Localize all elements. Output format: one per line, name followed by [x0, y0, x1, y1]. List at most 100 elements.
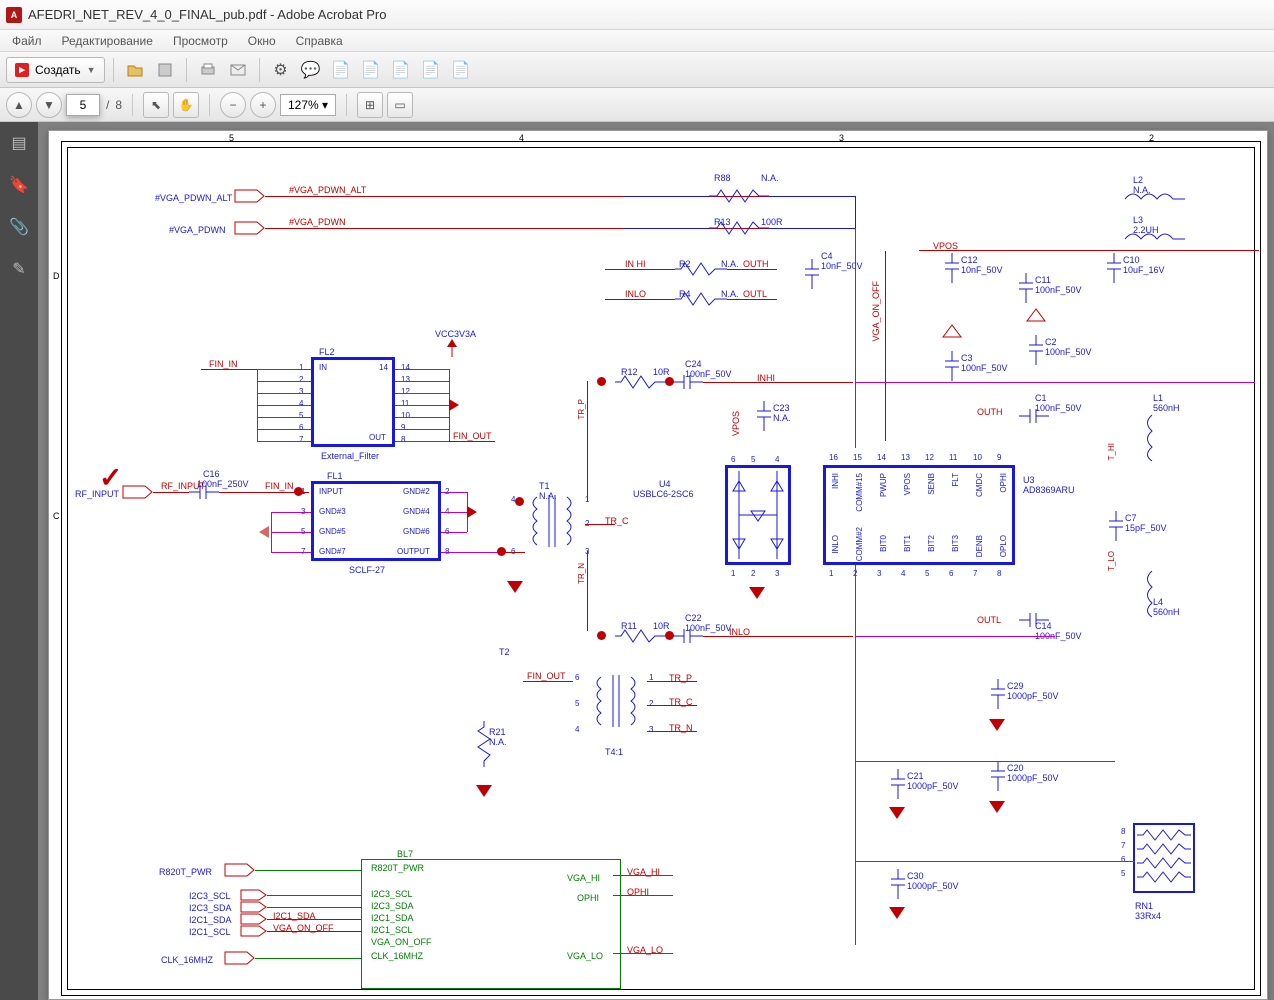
title-bar: A AFEDRI_NET_REV_4_0_FINAL_pub.pdf - Ado… — [0, 0, 1274, 30]
zoom-out-button[interactable]: − — [220, 92, 246, 118]
menu-file[interactable]: Файл — [4, 32, 50, 50]
t4-p3: 3 — [649, 725, 653, 734]
u3-p7: 7 — [973, 569, 977, 578]
c30-ref: C30 — [907, 871, 924, 881]
open-button[interactable] — [122, 57, 148, 83]
main-toolbar: ▸ Создать ▼ ⚙ 💬 📄 📄 📄 📄 📄 — [0, 52, 1274, 88]
fl2-name: External_Filter — [321, 451, 379, 461]
zoom-in-button[interactable]: + — [250, 92, 276, 118]
port-vga-pdwn: #VGA_PDWN — [169, 225, 226, 235]
gear-button[interactable]: ⚙ — [268, 57, 294, 83]
wire — [271, 512, 272, 552]
net-outl2: OUTL — [977, 615, 1001, 625]
email-button[interactable] — [225, 57, 251, 83]
wire — [449, 441, 495, 442]
pdf-page: 5 4 3 2 D C ✓ #VGA_PDWN_ALT #VGA_PDWN_AL… — [48, 130, 1268, 1000]
u3-l-pwup: PWUP — [879, 473, 888, 497]
gnd-icon — [889, 907, 905, 919]
c22-ref: C22 — [685, 613, 702, 623]
wire — [613, 953, 673, 954]
wire — [613, 875, 673, 876]
comment-button[interactable]: 💬 — [298, 57, 324, 83]
thumbnails-icon[interactable]: ▤ — [8, 132, 30, 154]
menu-help[interactable]: Справка — [288, 32, 351, 50]
fl2-in: IN — [319, 363, 327, 372]
menu-window[interactable]: Окно — [240, 32, 284, 50]
stamp-button[interactable]: 📄 — [328, 57, 354, 83]
u3-p8: 8 — [997, 569, 1001, 578]
bookmarks-icon[interactable]: 🔖 — [8, 174, 30, 196]
fl2-pin11: 11 — [401, 399, 409, 408]
zoom-value[interactable]: 127% ▾ — [280, 94, 336, 116]
net-vga-pdwn: #VGA_PDWN — [289, 217, 346, 227]
attachments-icon[interactable]: 📎 — [8, 216, 30, 238]
print-button[interactable] — [195, 57, 221, 83]
lbl-i2c3-scl: I2C3_SCL — [371, 889, 413, 899]
signatures-icon[interactable]: ✎ — [8, 258, 30, 280]
rn1-p7: 7 — [1121, 841, 1125, 850]
rn1-p6: 6 — [1121, 855, 1125, 864]
u4-p3: 3 — [775, 569, 779, 578]
ruler-row-d: D — [53, 271, 60, 281]
menu-view[interactable]: Просмотр — [165, 32, 236, 50]
c29-ref: C29 — [1007, 681, 1024, 691]
create-button[interactable]: ▸ Создать ▼ — [6, 57, 105, 83]
c11-ref: C11 — [1035, 275, 1051, 285]
wire — [395, 441, 449, 442]
fit-page-button[interactable]: ▭ — [387, 92, 413, 118]
r88-val: N.A. — [761, 173, 779, 183]
fl1-g7: GND#7 — [319, 547, 346, 556]
page-number-input[interactable] — [66, 94, 100, 116]
u3-l-ophi: OPHI — [999, 473, 1008, 493]
wire — [257, 417, 311, 418]
tool-button-1[interactable]: 📄 — [358, 57, 384, 83]
fl1-out: OUTPUT — [397, 547, 430, 556]
wire — [395, 381, 449, 382]
fit-width-button[interactable]: ⊞ — [357, 92, 383, 118]
wire — [257, 405, 311, 406]
hand-tool-button[interactable]: ✋ — [173, 92, 199, 118]
separator — [259, 58, 260, 82]
t2-p4: 4 — [575, 725, 579, 734]
l2-ref: L2 — [1133, 175, 1143, 185]
u4-p5: 5 — [751, 455, 755, 464]
ruler-row-c: C — [53, 511, 60, 521]
menu-bar: Файл Редактирование Просмотр Окно Справк… — [0, 30, 1274, 52]
u3-l-vpos: VPOS — [903, 473, 912, 495]
fl1-in: INPUT — [319, 487, 343, 496]
page-down-button[interactable]: ▼ — [36, 92, 62, 118]
wire — [919, 250, 1259, 251]
wire — [441, 492, 467, 493]
port-rf-input: RF_INPUT — [75, 489, 119, 499]
wire — [257, 369, 311, 370]
bus — [855, 861, 1135, 862]
menu-edit[interactable]: Редактирование — [54, 32, 161, 50]
net-inlo2: INLO — [729, 627, 750, 637]
rn1-val: 33Rx4 — [1135, 911, 1161, 921]
save-button[interactable] — [152, 57, 178, 83]
tool-button-2[interactable]: 📄 — [388, 57, 414, 83]
document-area[interactable]: 5 4 3 2 D C ✓ #VGA_PDWN_ALT #VGA_PDWN_AL… — [38, 122, 1274, 1000]
u3-l-senb: SENB — [927, 473, 936, 495]
wire — [257, 381, 311, 382]
net-vga-pdwn-alt: #VGA_PDWN_ALT — [289, 185, 366, 195]
fl1-g3: GND#3 — [319, 507, 346, 516]
lbl-vga-on-off: VGA_ON_OFF — [371, 937, 432, 947]
ruler-col-3: 3 — [839, 133, 844, 143]
wire — [605, 299, 675, 300]
bus — [855, 228, 856, 448]
page-up-button[interactable]: ▲ — [6, 92, 32, 118]
u3-l-flt: FLT — [951, 473, 960, 487]
fl2-pin2: 2 — [299, 375, 303, 384]
fl2-pin8: 8 — [401, 435, 405, 444]
separator — [113, 58, 114, 82]
select-tool-button[interactable]: ⬉ — [143, 92, 169, 118]
lbl-i2c1-sda: I2C1_SDA — [371, 913, 414, 923]
wire — [257, 441, 311, 442]
tool-button-4[interactable]: 📄 — [448, 57, 474, 83]
tool-button-3[interactable]: 📄 — [418, 57, 444, 83]
c10-val: 10uF_16V — [1123, 265, 1165, 275]
wire — [441, 532, 467, 533]
gnd-icon — [507, 581, 523, 593]
wire — [624, 228, 709, 229]
